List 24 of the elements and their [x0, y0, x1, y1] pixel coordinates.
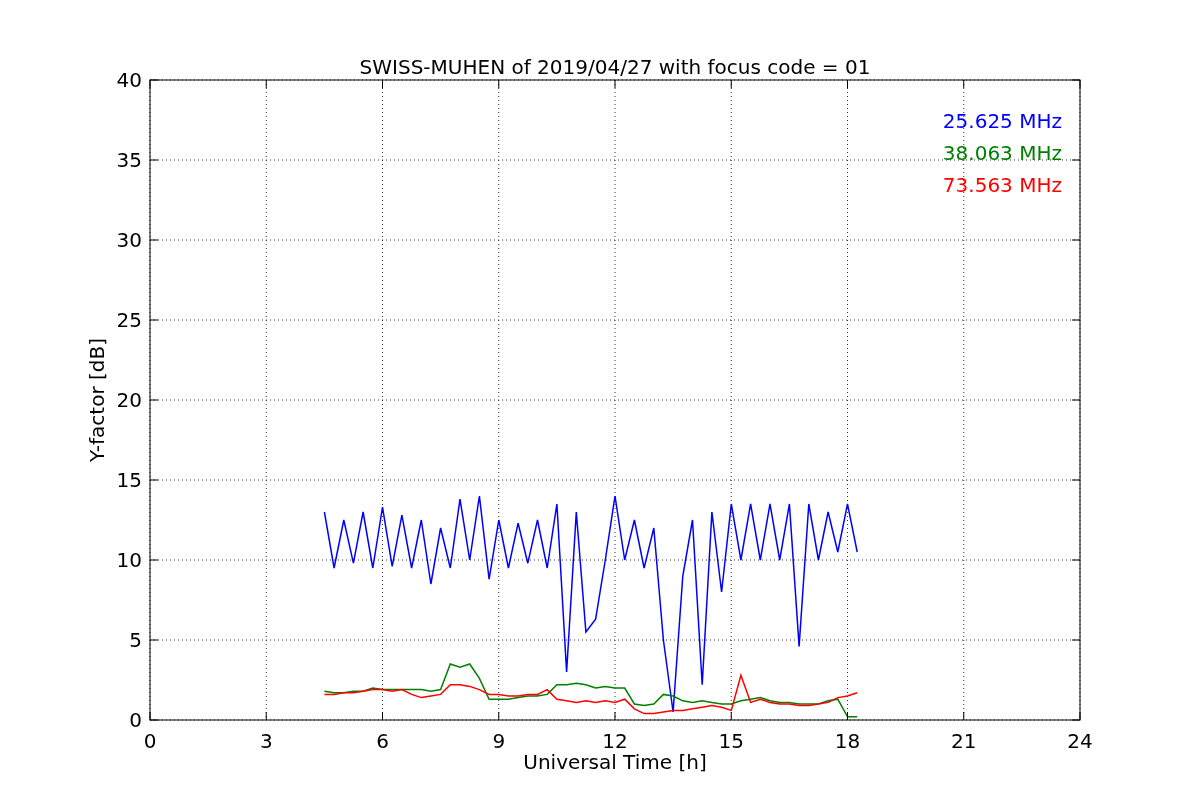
tick-label: 25 — [116, 308, 142, 332]
tick-label: 5 — [129, 628, 142, 652]
legend-label: 38.063 MHz — [942, 141, 1062, 165]
legend-label: 73.563 MHz — [942, 173, 1062, 197]
tick-label: 12 — [602, 729, 628, 753]
tick-label: 21 — [951, 729, 977, 753]
tick-label: 15 — [718, 729, 744, 753]
y-axis-label: Y-factor [dB] — [85, 338, 109, 462]
tick-label: 3 — [259, 729, 273, 753]
legend-label: 25.625 MHz — [942, 109, 1062, 133]
x-axis-label: Universal Time [h] — [523, 750, 707, 774]
tick-label: 10 — [116, 548, 142, 572]
tick-label: 0 — [129, 708, 142, 732]
tick-label: 40 — [116, 68, 142, 92]
tick-label: 18 — [834, 729, 861, 753]
tick-label: 24 — [1067, 729, 1093, 753]
tick-label: 6 — [376, 729, 389, 753]
tick-label: 35 — [116, 148, 142, 172]
tick-label: 30 — [116, 228, 142, 252]
tick-label: 9 — [492, 729, 506, 753]
tick-label: 0 — [143, 729, 157, 753]
tick-label: 15 — [116, 468, 142, 492]
tick-label: 20 — [116, 388, 142, 412]
chart-title: SWISS-MUHEN of 2019/04/27 with focus code = 01 — [359, 55, 871, 79]
